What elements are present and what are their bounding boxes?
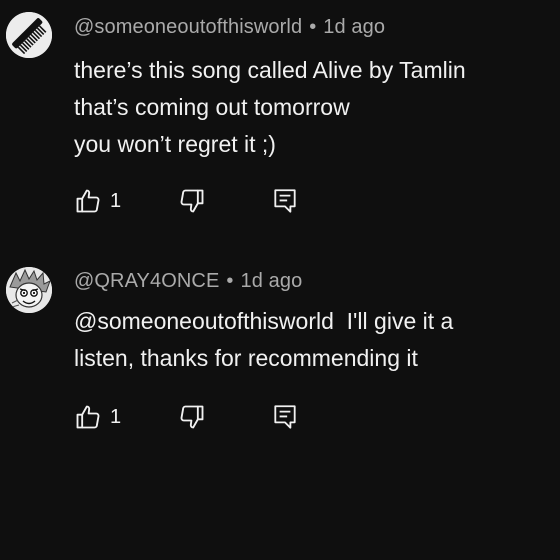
separator-dot: •: [309, 16, 317, 38]
comment-line: that’s coming out tomorrow: [74, 94, 350, 120]
avatar[interactable]: [6, 12, 52, 58]
manga-character-icon: [6, 267, 52, 313]
thumbs-up-icon: [76, 405, 100, 429]
like-button[interactable]: 1: [74, 402, 121, 432]
like-button[interactable]: 1: [74, 186, 121, 216]
author-name[interactable]: @QRAY4ONCE: [74, 270, 219, 292]
reply-icon: [274, 405, 296, 429]
timestamp: 1d ago: [240, 270, 303, 292]
comment-line: there’s this song called Alive by Tamlin: [74, 57, 466, 83]
comment-meta: @someoneoutofthisworld • 1d ago: [74, 16, 385, 39]
comment-text: @someoneoutofthisworld I'll give it a li…: [74, 303, 453, 377]
avatar[interactable]: [6, 267, 52, 313]
comment-actions: 1: [74, 186, 374, 216]
thumbs-down-icon: [180, 405, 204, 429]
reply-button[interactable]: [272, 186, 298, 216]
comb-icon: [6, 12, 52, 58]
comment-line: listen, thanks for recommending it: [74, 345, 418, 371]
reply-button[interactable]: [272, 402, 298, 432]
comment-actions: 1: [74, 402, 374, 432]
comment-meta: @QRAY4ONCE • 1d ago: [74, 270, 302, 293]
dislike-button[interactable]: [178, 186, 206, 216]
author-name[interactable]: @someoneoutofthisworld: [74, 16, 302, 38]
reply-icon: [274, 189, 296, 213]
dislike-button[interactable]: [178, 402, 206, 432]
like-count: 1: [110, 189, 122, 212]
thumbs-up-icon: [76, 189, 100, 213]
timestamp: 1d ago: [323, 16, 386, 38]
thumbs-down-icon: [180, 189, 204, 213]
comment-text: there’s this song called Alive by Tamlin…: [74, 52, 466, 163]
comment-line: @someoneoutofthisworld I'll give it a: [74, 308, 454, 334]
separator-dot: •: [226, 270, 234, 292]
like-count: 1: [110, 405, 122, 428]
comment-line: you won’t regret it ;): [74, 131, 276, 157]
